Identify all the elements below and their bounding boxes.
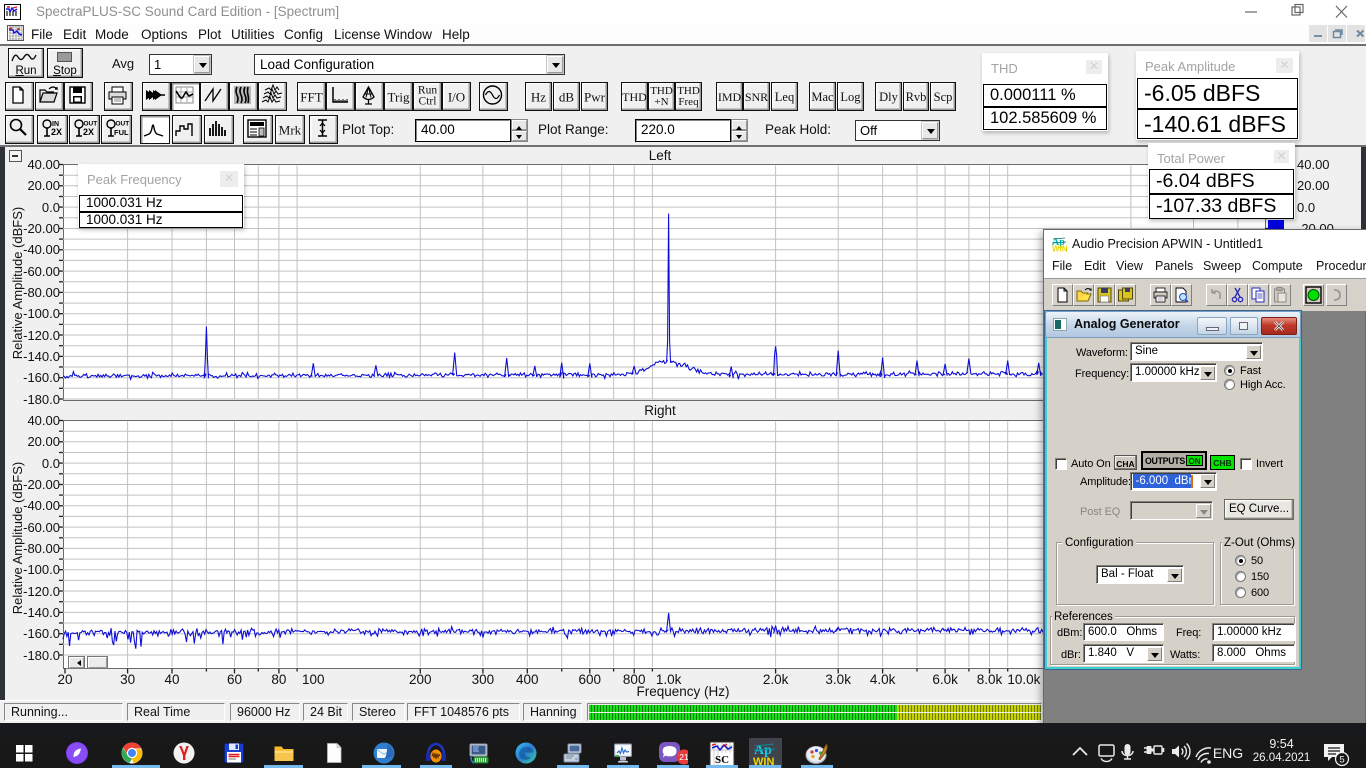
svg-text:5: 5 xyxy=(1339,755,1344,766)
svg-text:WIN: WIN xyxy=(1052,245,1067,253)
svg-text:21: 21 xyxy=(679,752,688,762)
